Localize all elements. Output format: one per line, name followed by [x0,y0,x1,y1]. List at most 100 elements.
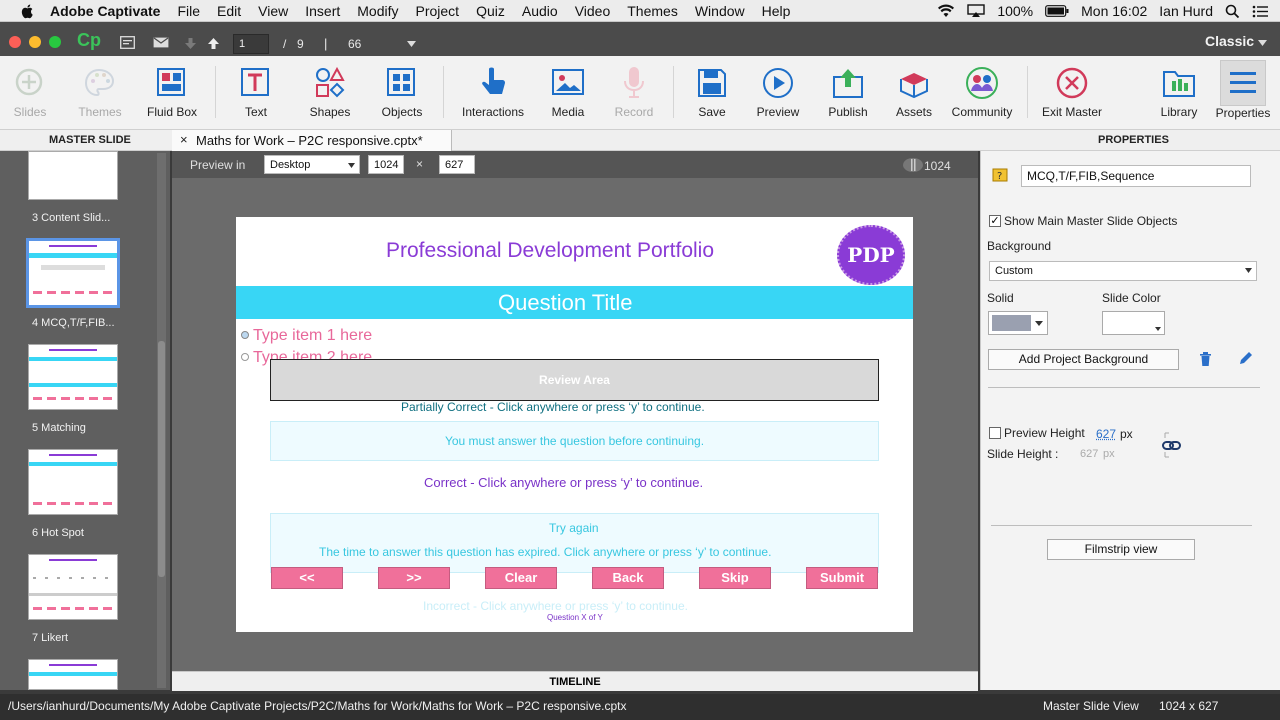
workspace-switcher[interactable]: Classic [1205,33,1254,49]
master-thumb-6[interactable] [28,449,118,515]
trash-icon[interactable] [1199,352,1212,366]
spotlight-search-icon[interactable] [1225,4,1240,19]
battery-icon[interactable] [1045,5,1069,17]
shapes-button[interactable]: Shapes [306,56,354,130]
preview-button[interactable]: Preview [756,56,800,130]
preview-height-input[interactable]: 627 [439,155,475,174]
objects-button[interactable]: Objects [380,56,424,130]
airplay-icon[interactable] [967,4,986,18]
answer-radio-1[interactable] [241,331,249,339]
menu-project[interactable]: Project [416,3,460,19]
save-button[interactable]: Save [692,56,732,130]
show-master-checkbox[interactable]: ✓ [989,215,1001,227]
document-tab[interactable]: × Maths for Work – P2C responsive.cptx* [172,130,452,151]
window-zoom-button[interactable] [49,36,61,48]
answer-radio-2[interactable] [241,353,249,361]
slides-button[interactable]: Slides [10,56,50,130]
menu-themes[interactable]: Themes [627,3,678,19]
menubar-clock[interactable]: Mon 16:02 [1081,3,1147,19]
submit-button[interactable]: Submit [806,567,878,589]
master-slide-name-input[interactable]: MCQ,T/F,FIB,Sequence [1021,165,1251,187]
filmstrip-view-button[interactable]: Filmstrip view [1047,539,1195,560]
try-again-caption-box[interactable]: Try again The time to answer this questi… [270,513,879,573]
properties-button[interactable]: Properties [1216,60,1270,120]
assets-button[interactable]: Assets [893,56,935,130]
link-chain-icon[interactable] [1160,431,1184,459]
master-thumb-5[interactable] [28,344,118,410]
window-close-button[interactable] [9,36,21,48]
answer-item-1[interactable]: Type item 1 here [253,327,372,345]
device-dropdown-icon[interactable] [348,163,355,168]
exit-master-button[interactable]: Exit Master [1042,56,1102,130]
fluid-box-button[interactable]: Fluid Box [147,56,197,130]
slide-header-title[interactable]: Professional Development Portfolio [386,239,714,263]
arrow-down-icon[interactable] [184,37,197,50]
correct-caption[interactable]: Correct - Click anywhere or press ‘y’ to… [424,475,703,490]
menu-insert[interactable]: Insert [305,3,340,19]
screen-mode-icon[interactable] [120,36,135,49]
preview-width-input[interactable]: 1024 [368,155,404,174]
filmstrip-scrollbar[interactable] [157,153,166,688]
clear-button[interactable]: Clear [485,567,557,589]
pdp-logo[interactable]: PDP [837,225,905,285]
text-button[interactable]: Text [236,56,276,130]
mail-icon[interactable] [153,37,169,48]
tab-close-icon[interactable]: × [180,132,188,147]
master-slide-filmstrip[interactable]: 3 Content Slid... 4 MCQ,T/F,FIB... 5 Mat… [0,151,170,690]
library-button[interactable]: Library [1158,56,1200,130]
themes-button[interactable]: Themes [78,56,122,130]
master-thumb-7[interactable] [28,554,118,620]
slide-color-swatch[interactable] [1102,311,1165,335]
preview-height-checkbox[interactable] [989,427,1001,439]
wifi-icon[interactable] [937,4,955,18]
workspace-dropdown-icon[interactable] [1258,40,1267,46]
question-progress[interactable]: Question X of Y [547,613,603,622]
filmstrip-scroll-thumb[interactable] [158,341,165,577]
community-button[interactable]: Community [950,56,1014,130]
background-dropdown-icon[interactable] [1245,268,1252,273]
arrow-up-icon[interactable] [207,37,220,50]
device-select[interactable]: Desktop [264,155,360,174]
media-button[interactable]: Media [546,56,590,130]
skip-button[interactable]: Skip [699,567,771,589]
menu-video[interactable]: Video [575,3,611,19]
notification-center-icon[interactable] [1252,5,1268,18]
must-answer-caption-box[interactable]: You must answer the question before cont… [270,421,879,461]
breakpoint-handle-icon[interactable] [902,157,924,173]
review-area-box[interactable]: Review Area [270,359,879,401]
edit-pencil-icon[interactable] [1238,351,1253,366]
master-thumb-4-selected[interactable] [26,238,120,308]
record-button[interactable]: Record [612,56,656,130]
menu-view[interactable]: View [258,3,288,19]
menu-file[interactable]: File [177,3,200,19]
question-title-band[interactable]: Question Title [236,286,913,319]
incorrect-caption[interactable]: Incorrect - Click anywhere or press ‘y’ … [423,599,688,613]
menu-window[interactable]: Window [695,3,745,19]
background-select[interactable]: Custom [989,261,1257,281]
interactions-button[interactable]: Interactions [462,56,524,130]
window-minimize-button[interactable] [29,36,41,48]
menu-help[interactable]: Help [762,3,791,19]
preview-height-value[interactable]: 627 [1096,427,1116,441]
partially-correct-caption[interactable]: Partially Correct - Click anywhere or pr… [401,400,705,414]
add-project-background-button[interactable]: Add Project Background [988,349,1179,370]
zoom-value[interactable]: 66 [348,37,361,51]
master-slide-canvas[interactable]: Professional Development Portfolio PDP Q… [236,217,913,632]
back-button[interactable]: Back [592,567,664,589]
master-thumb-8[interactable] [28,659,118,690]
master-thumb-3[interactable] [28,151,118,200]
timeline-panel-header[interactable]: TIMELINE [172,671,978,691]
menu-app-name[interactable]: Adobe Captivate [50,3,160,19]
apple-icon[interactable] [20,3,36,19]
publish-button[interactable]: Publish [826,56,870,130]
menu-audio[interactable]: Audio [522,3,558,19]
menu-edit[interactable]: Edit [217,3,241,19]
slide-number-input[interactable]: 1 [233,34,269,54]
menu-modify[interactable]: Modify [357,3,398,19]
menu-quiz[interactable]: Quiz [476,3,505,19]
next-button[interactable]: >> [378,567,450,589]
previous-button[interactable]: << [271,567,343,589]
zoom-dropdown-icon[interactable] [407,41,416,47]
menubar-user[interactable]: Ian Hurd [1159,3,1213,19]
solid-color-swatch[interactable] [988,311,1048,335]
